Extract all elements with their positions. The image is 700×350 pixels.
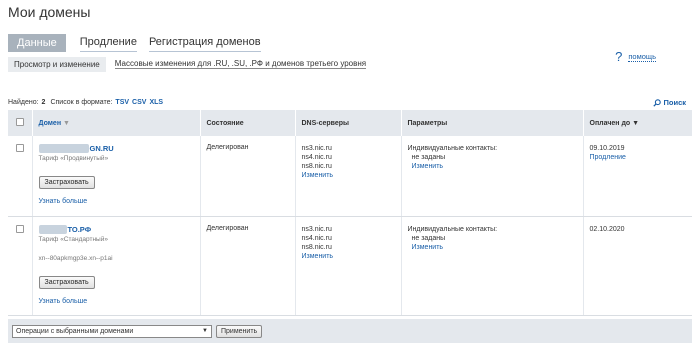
tariff-label: Тариф «Продвинутый» [38,155,109,162]
page-title: Мои домены [8,4,91,20]
format-label: Список в формате: [50,99,113,106]
dns-server: ns3.nic.ru [301,225,332,233]
operations-select[interactable]: Операции с выбранными доменами ▼ [12,324,212,338]
params-edit-link[interactable]: Изменить [412,163,444,170]
dns-cell: ns3.nic.ru ns4.nic.ru ns8.nic.ru Изменит… [295,136,402,217]
params-edit-link[interactable]: Изменить [412,244,444,251]
main-tabs: Данные Продление Регистрация доменов [8,32,273,52]
punycode-label: xn--80apkmgp3e.xn--p1ai [38,254,113,262]
params-label: Индивидуальные контакты: [407,145,498,152]
domain-link[interactable]: ТО.РФ [38,224,194,234]
tab-registration[interactable]: Регистрация доменов [148,35,261,52]
magnifier-icon [653,98,662,107]
params-cell: Индивидуальные контакты: не заданы Измен… [401,216,584,316]
paid-until-date: 02.10.2020 [589,225,625,233]
select-all-checkbox[interactable] [15,118,24,126]
params-value: не заданы [411,234,446,242]
found-line: Найдено: 2 Список в формате: TSV CSV XLS [8,99,163,106]
sub-tabs: Просмотр и изменение Массовые изменения … [8,56,692,72]
paid-until-date: 09.10.2019 [589,145,625,152]
subtab-bulk-changes[interactable]: Массовые изменения для .RU, .SU, .РФ и д… [114,59,367,69]
row-checkbox[interactable] [15,224,24,233]
dns-server: ns8.nic.ru [301,163,332,170]
col-paid-until[interactable]: Оплачен до ▼ [583,110,692,136]
export-xls-link[interactable]: XLS [149,99,163,106]
col-domain[interactable]: Домен ▼ [32,110,201,136]
dns-server: ns3.nic.ru [301,145,332,152]
dns-server: ns4.nic.ru [301,154,332,161]
apply-button[interactable]: Применить [216,324,263,338]
status-cell: Делегирован [200,136,296,217]
row-checkbox[interactable] [15,144,24,152]
export-csv-link[interactable]: CSV [132,99,146,106]
dns-edit-link[interactable]: Изменить [302,253,334,260]
tab-data[interactable]: Данные [8,34,66,52]
renew-link[interactable]: Продление [590,154,626,161]
domains-table: Домен ▼ Состояние DNS-серверы Параметры … [8,110,692,316]
col-status[interactable]: Состояние [200,110,296,136]
tab-renewal[interactable]: Продление [79,35,137,52]
params-cell: Индивидуальные контакты: не заданы Измен… [401,136,584,217]
paid-until-cell: 09.10.2019 Продление [583,136,692,217]
col-params[interactable]: Параметры [401,110,584,136]
dropdown-arrow-icon: ▼ [202,328,208,334]
tariff-label: Тариф «Стандартный» [38,235,108,243]
subtab-view-edit[interactable]: Просмотр и изменение [8,56,106,72]
dns-edit-link[interactable]: Изменить [302,172,334,179]
select-all-cell [8,110,33,136]
dns-cell: ns3.nic.ru ns4.nic.ru ns8.nic.ru Изменит… [295,216,402,316]
params-label: Индивидуальные контакты: [407,225,498,233]
dns-server: ns4.nic.ru [301,234,332,242]
table-header: Домен ▼ Состояние DNS-серверы Параметры … [8,110,692,136]
dns-server: ns8.nic.ru [301,243,332,251]
params-value: не заданы [411,154,446,161]
learn-more-link[interactable]: Узнать больше [39,198,88,205]
export-tsv-link[interactable]: TSV [115,99,129,106]
bulk-actions-bar: Операции с выбранными доменами ▼ Примени… [8,319,692,343]
domain-link[interactable]: GN.RU [38,144,194,153]
table-row: ТО.РФ Тариф «Стандартный» xn--80apkmgp3e… [8,216,692,316]
search-link[interactable]: Поиск [653,98,686,107]
insure-button[interactable]: Застраховать [38,176,95,189]
search-label: Поиск [663,98,686,107]
found-prefix: Найдено: [8,99,39,106]
col-dns[interactable]: DNS-серверы [295,110,402,136]
operations-select-value: Операции с выбранными доменами [16,327,134,335]
status-cell: Делегирован [200,216,296,316]
learn-more-link[interactable]: Узнать больше [39,298,88,305]
table-row: GN.RU Тариф «Продвинутый» Застраховать У… [8,136,692,217]
insure-button[interactable]: Застраховать [38,275,95,289]
paid-until-cell: 02.10.2020 [583,216,692,316]
found-count: 2 [41,99,46,106]
